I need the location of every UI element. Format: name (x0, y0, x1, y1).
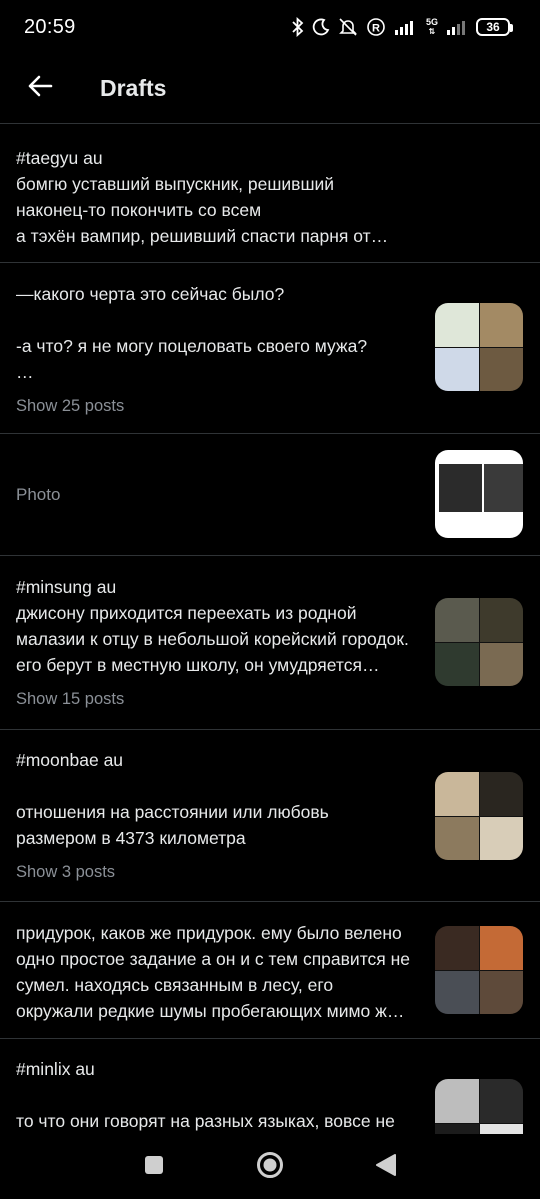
registered-icon: R (366, 17, 386, 37)
draft-item[interactable]: #taegyu au бомгю уставший выпускник, реш… (0, 124, 540, 263)
draft-text: Photo (16, 485, 61, 504)
battery-icon: 36 (476, 18, 513, 36)
triangle-icon (375, 1153, 397, 1182)
system-nav-bar (0, 1135, 540, 1199)
draft-item[interactable]: #minsung au джисону приходится переехать… (0, 556, 540, 730)
draft-item[interactable]: придурок, каков же придурок. ему было ве… (0, 902, 540, 1039)
page-title: Drafts (100, 74, 167, 101)
status-time: 20:59 (24, 15, 76, 38)
signal-icon (394, 19, 418, 35)
draft-item[interactable]: #minlix au то что они говорят на разных … (0, 1039, 540, 1134)
draft-text: придурок, каков же придурок. ему было ве… (16, 923, 410, 1021)
bluetooth-icon (292, 17, 304, 37)
back-button[interactable] (20, 68, 60, 108)
system-back-button[interactable] (371, 1152, 401, 1182)
svg-text:R: R (372, 23, 380, 35)
draft-thumbnail[interactable] (435, 303, 523, 391)
signal-icon-2 (446, 19, 468, 35)
draft-thumbnail[interactable] (435, 450, 523, 538)
home-button[interactable] (255, 1151, 285, 1184)
draft-item[interactable]: #moonbae au отношения на расстоянии или … (0, 730, 540, 902)
draft-thumbnail[interactable] (435, 926, 523, 1014)
network-5g-icon: 5G ⇅ (425, 17, 438, 37)
draft-text: —какого черта это сейчас было? -а что? я… (16, 284, 368, 382)
moon-icon (312, 18, 330, 36)
draft-text: #taegyu au бомгю уставший выпускник, реш… (16, 148, 371, 246)
draft-thumbnail[interactable] (435, 1079, 523, 1134)
header: Drafts (0, 54, 540, 122)
square-icon (144, 1155, 164, 1180)
show-posts-link[interactable]: Show 3 posts (16, 863, 115, 882)
battery-level: 36 (486, 20, 500, 34)
recents-button[interactable] (139, 1152, 169, 1182)
status-bar: 20:59 R 5G ⇅ 36 (0, 0, 540, 54)
muted-bell-icon (338, 17, 358, 37)
show-posts-link[interactable]: Show 25 posts (16, 397, 124, 416)
network-label: 5G (425, 17, 438, 27)
circle-icon (256, 1151, 284, 1184)
draft-item[interactable]: Photo (0, 434, 540, 556)
draft-text: #moonbae au отношения на расстоянии или … (16, 750, 329, 848)
arrow-left-icon (27, 75, 53, 102)
draft-text: #minsung au джисону приходится переехать… (16, 577, 409, 675)
drafts-list[interactable]: #taegyu au бомгю уставший выпускник, реш… (0, 124, 540, 1134)
draft-item[interactable]: —какого черта это сейчас было? -а что? я… (0, 263, 540, 434)
draft-thumbnail[interactable] (435, 772, 523, 860)
draft-text: #minlix au то что они говорят на разных … (16, 1059, 395, 1131)
status-icons: R 5G ⇅ 36 (292, 17, 513, 37)
draft-thumbnail[interactable] (435, 598, 523, 686)
show-posts-link[interactable]: Show 15 posts (16, 690, 124, 709)
